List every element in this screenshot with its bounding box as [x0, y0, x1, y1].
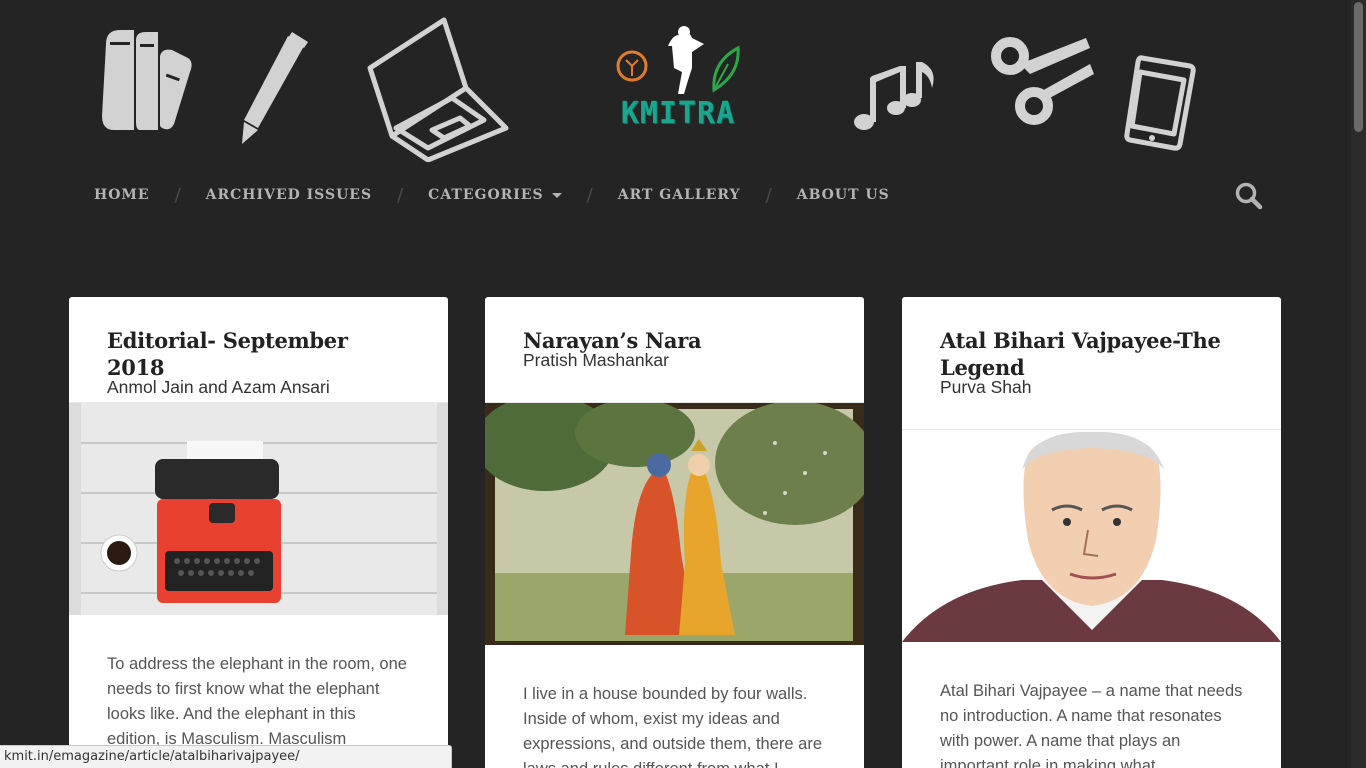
- main-nav: HOME / ARCHIVED ISSUES / CATEGORIES / AR…: [94, 183, 890, 207]
- krishna-radha-painting-image[interactable]: [485, 402, 864, 645]
- laptop-icon: [366, 16, 510, 162]
- music-notes-icon: [852, 58, 938, 134]
- search-icon: [1235, 182, 1263, 210]
- status-bar-url: kmit.in/emagazine/article/atalbiharivajp…: [0, 745, 452, 768]
- scrollbar-thumb[interactable]: [1354, 2, 1363, 132]
- nav-separator: /: [397, 184, 404, 206]
- nav-item-categories[interactable]: CATEGORIES: [428, 187, 562, 203]
- article-author: Purva Shah: [940, 377, 1032, 397]
- article-card[interactable]: Atal Bihari Vajpayee-The Legend Purva Sh…: [902, 297, 1281, 768]
- logo-text: KMITRA: [620, 96, 736, 131]
- scrollbar[interactable]: [1351, 0, 1366, 768]
- chevron-down-icon: [551, 192, 562, 198]
- search-button[interactable]: [1234, 181, 1264, 211]
- nav-item-art-gallery[interactable]: ART GALLERY: [618, 187, 741, 203]
- nav-separator: /: [174, 184, 181, 206]
- pen-icon: [236, 32, 310, 146]
- article-title[interactable]: Atal Bihari Vajpayee-The Legend: [940, 327, 1243, 381]
- article-excerpt: Atal Bihari Vajpayee – a name that needs…: [940, 682, 1243, 768]
- typewriter-editorial-image[interactable]: The Editorial: [69, 402, 448, 615]
- article-excerpt: I live in a house bounded by four walls.…: [523, 685, 823, 768]
- nav-separator: /: [765, 184, 772, 206]
- kmitra-logo[interactable]: KMITRA: [588, 24, 768, 134]
- nav-separator: /: [586, 184, 593, 206]
- smartphone-icon: [1124, 54, 1196, 152]
- nav-item-label: ABOUT US: [796, 187, 890, 203]
- nav-item-label: ARCHIVED ISSUES: [205, 187, 373, 203]
- nav-item-label: CATEGORIES: [428, 187, 544, 203]
- nav-item-about-us[interactable]: ABOUT US: [797, 187, 890, 203]
- article-author: Anmol Jain and Azam Ansari: [107, 377, 330, 397]
- vajpayee-portrait-image[interactable]: [902, 429, 1281, 642]
- card-header: Atal Bihari Vajpayee-The Legend Purva Sh…: [902, 297, 1281, 398]
- article-excerpt: To address the elephant in the room, one…: [107, 655, 407, 748]
- nav-item-home[interactable]: HOME: [94, 187, 150, 203]
- article-card[interactable]: Editorial- September 2018 Anmol Jain and…: [69, 297, 448, 768]
- page: KMITRA HOME / ARCHIVED ISSUES / CATEGORI…: [0, 0, 1366, 768]
- nav-item-label: HOME: [94, 187, 150, 203]
- card-header: Editorial- September 2018 Anmol Jain and…: [69, 297, 448, 398]
- article-card[interactable]: Narayan’s Nara Pratish Mashankar I live …: [485, 297, 864, 768]
- books-icon: [100, 26, 194, 136]
- nav-item-label: ART GALLERY: [617, 187, 741, 203]
- nav-item-archived-issues[interactable]: ARCHIVED ISSUES: [206, 187, 372, 203]
- scissors-icon: [990, 34, 1094, 128]
- article-title[interactable]: Editorial- September 2018: [107, 327, 410, 381]
- card-header: Narayan’s Nara Pratish Mashankar: [485, 297, 864, 371]
